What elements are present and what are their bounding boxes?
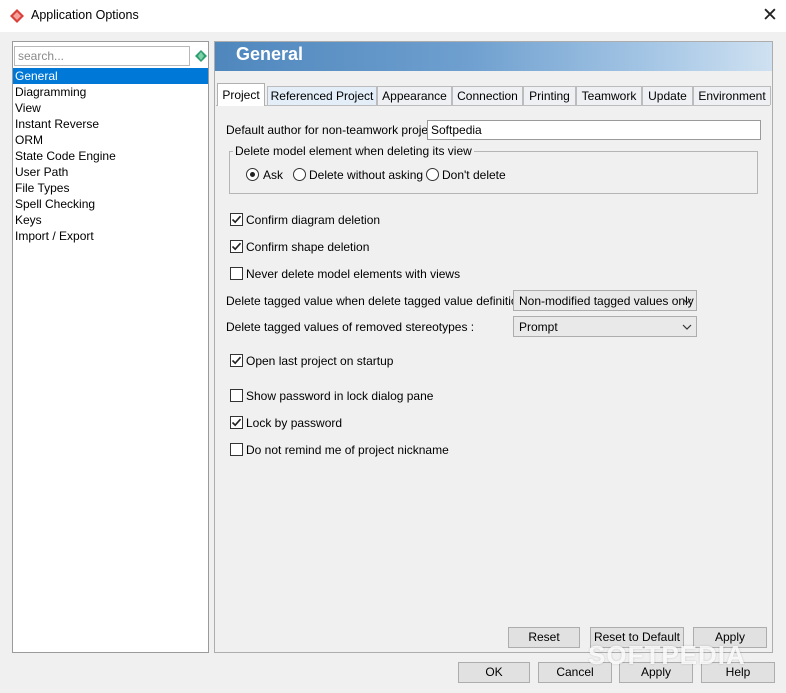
confirm-shape-deletion-label: Confirm shape deletion <box>246 240 370 254</box>
category-user-path[interactable]: User Path <box>13 164 208 180</box>
radio-delete-without-asking[interactable] <box>293 168 306 181</box>
confirm-diagram-deletion-checkbox[interactable] <box>230 213 243 226</box>
category-keys[interactable]: Keys <box>13 212 208 228</box>
never-delete-model-elements-label: Never delete model elements with views <box>246 267 461 281</box>
tab-strip-line <box>216 105 770 106</box>
search-icon[interactable] <box>195 50 207 62</box>
radio-delete-without-asking-label: Delete without asking <box>309 168 424 182</box>
category-general[interactable]: General <box>13 68 208 84</box>
default-author-field[interactable] <box>427 120 761 140</box>
category-file-types[interactable]: File Types <box>13 180 208 196</box>
checkmark-icon <box>231 356 242 365</box>
checkmark-icon <box>231 242 242 251</box>
lock-by-password-label: Lock by password <box>246 416 343 430</box>
category-import-export[interactable]: Import / Export <box>13 228 208 244</box>
delete-tagged-value-select[interactable]: Non-modified tagged values only <box>513 290 697 311</box>
tab-connection[interactable]: Connection <box>452 86 523 105</box>
default-author-label: Default author for non-teamwork project: <box>226 123 441 137</box>
category-diagramming[interactable]: Diagramming <box>13 84 208 100</box>
open-last-project-checkbox[interactable] <box>230 354 243 367</box>
tab-appearance[interactable]: Appearance <box>377 86 452 105</box>
delete-tagged-value-label: Delete tagged value when delete tagged v… <box>226 294 537 308</box>
category-instant-reverse[interactable]: Instant Reverse <box>13 116 208 132</box>
close-icon[interactable]: ✕ <box>758 4 782 28</box>
category-state-code-engine[interactable]: State Code Engine <box>13 148 208 164</box>
never-delete-model-elements-checkbox[interactable] <box>230 267 243 280</box>
title-bar: Application Options ✕ <box>0 0 786 32</box>
delete-tagged-values-stereotypes-selected: Prompt <box>519 320 558 334</box>
radio-dont-delete-label: Don't delete <box>442 168 506 182</box>
tab-printing[interactable]: Printing <box>523 86 576 105</box>
watermark: SOFTPEDIA <box>588 640 746 670</box>
radio-selected-dot <box>250 172 255 177</box>
tab-referenced-project[interactable]: Referenced Project <box>267 86 377 105</box>
open-last-project-label: Open last project on startup <box>246 354 394 368</box>
radio-ask-label: Ask <box>263 168 284 182</box>
ok-button[interactable]: OK <box>458 662 530 683</box>
chevron-down-icon <box>682 324 692 330</box>
tab-teamwork[interactable]: Teamwork <box>576 86 642 105</box>
category-tree: General Diagramming View Instant Reverse… <box>13 68 208 244</box>
confirm-diagram-deletion-label: Confirm diagram deletion <box>246 213 381 227</box>
section-title: General <box>236 44 304 64</box>
tab-environment[interactable]: Environment <box>693 86 771 105</box>
window-title: Application Options <box>31 8 139 22</box>
delete-group-title: Delete model element when deleting its v… <box>233 144 474 158</box>
category-orm[interactable]: ORM <box>13 132 208 148</box>
do-not-remind-nickname-label: Do not remind me of project nickname <box>246 443 449 457</box>
radio-ask[interactable] <box>246 168 259 181</box>
lock-by-password-checkbox[interactable] <box>230 416 243 429</box>
tab-project[interactable]: Project <box>217 83 265 106</box>
confirm-shape-deletion-checkbox[interactable] <box>230 240 243 253</box>
show-password-checkbox[interactable] <box>230 389 243 402</box>
reset-button[interactable]: Reset <box>508 627 580 648</box>
do-not-remind-nickname-checkbox[interactable] <box>230 443 243 456</box>
chevron-down-icon <box>682 298 692 304</box>
app-logo-icon <box>10 9 24 23</box>
checkmark-icon <box>231 215 242 224</box>
checkmark-icon <box>231 418 242 427</box>
delete-tagged-values-stereotypes-select[interactable]: Prompt <box>513 316 697 337</box>
delete-tagged-values-stereotypes-label: Delete tagged values of removed stereoty… <box>226 320 475 334</box>
delete-tagged-value-selected: Non-modified tagged values only <box>519 294 694 308</box>
search-input[interactable] <box>14 46 190 66</box>
radio-dont-delete[interactable] <box>426 168 439 181</box>
show-password-label: Show password in lock dialog pane <box>246 389 434 403</box>
tab-update[interactable]: Update <box>642 86 693 105</box>
category-spell-checking[interactable]: Spell Checking <box>13 196 208 212</box>
category-view[interactable]: View <box>13 100 208 116</box>
